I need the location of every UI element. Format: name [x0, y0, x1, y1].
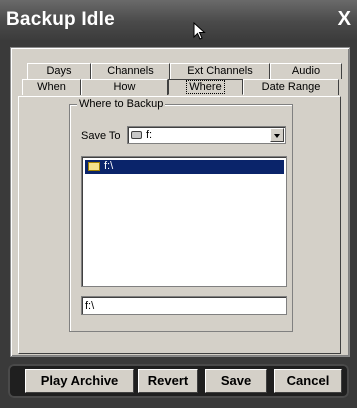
directory-item[interactable]: f:\	[85, 160, 284, 174]
tab-channels[interactable]: Channels	[91, 63, 170, 79]
tab-where[interactable]: Where	[168, 79, 243, 95]
drive-icon	[131, 131, 142, 139]
cancel-button[interactable]: Cancel	[274, 369, 342, 393]
save-to-label: Save To	[81, 130, 121, 142]
tab-ext-channels[interactable]: Ext Channels	[170, 63, 270, 79]
close-icon[interactable]: X	[338, 8, 351, 31]
tab-how[interactable]: How	[81, 79, 168, 95]
title-bar[interactable]: Backup Idle X	[0, 0, 357, 40]
tab-date-range-label: Date Range	[261, 81, 321, 93]
tab-where-label: Where	[186, 80, 225, 94]
play-archive-button[interactable]: Play Archive	[25, 369, 134, 393]
tab-ext-channels-label: Ext Channels	[187, 65, 253, 77]
mouse-pointer-icon	[193, 22, 206, 40]
chevron-down-icon[interactable]	[270, 128, 284, 142]
tab-when[interactable]: When	[22, 79, 81, 95]
tab-how-label: How	[113, 81, 136, 93]
path-input[interactable]: f:\	[81, 296, 287, 315]
folder-open-icon	[88, 162, 100, 171]
tab-date-range[interactable]: Date Range	[243, 79, 339, 95]
window-title: Backup Idle	[6, 9, 115, 30]
directory-item-label: f:\	[104, 160, 114, 172]
save-to-value: f:	[146, 129, 153, 141]
revert-button[interactable]: Revert	[138, 369, 198, 393]
tab-when-label: When	[37, 81, 66, 93]
tab-channels-label: Channels	[107, 65, 154, 77]
tab-audio[interactable]: Audio	[270, 63, 342, 79]
save-to-dropdown[interactable]: f:	[127, 126, 286, 144]
where-to-backup-label: Where to Backup	[77, 98, 166, 110]
tab-audio-label: Audio	[291, 65, 321, 77]
tab-days[interactable]: Days	[27, 63, 91, 79]
backup-window: Backup Idle X Days Channels Ext Channels…	[0, 0, 357, 408]
save-button[interactable]: Save	[205, 369, 267, 393]
tab-days-label: Days	[46, 65, 72, 77]
tab-row-1: Days Channels Ext Channels Audio	[27, 63, 342, 79]
tab-row-2: When How Where Date Range	[22, 79, 339, 95]
directory-list[interactable]: f:\	[81, 156, 287, 287]
